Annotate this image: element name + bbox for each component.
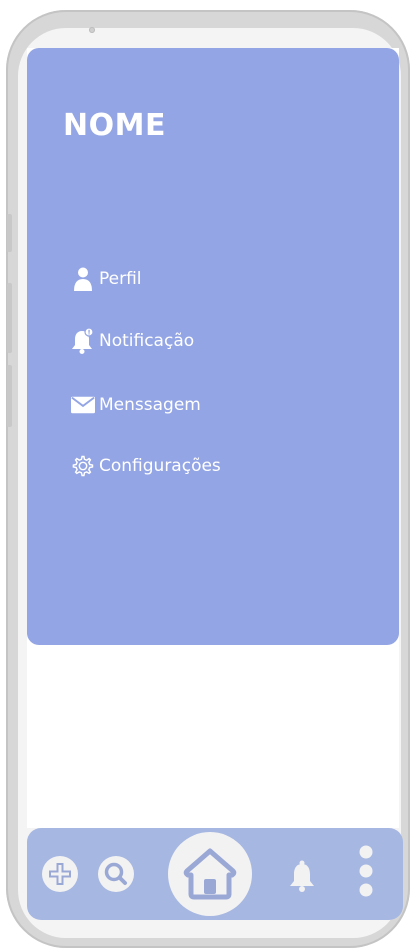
navigation-drawer: NOME Perfil Notificação Menssagem Config… — [27, 48, 399, 645]
more-vertical-icon[interactable] — [356, 844, 376, 904]
bell-icon — [71, 327, 95, 354]
menu-item-configuracoes[interactable]: Configurações — [71, 449, 221, 483]
screen: NOME Perfil Notificação Menssagem Config… — [27, 48, 399, 828]
search-icon[interactable] — [97, 855, 135, 893]
menu-item-label: Notificação — [99, 331, 195, 351]
side-button — [7, 214, 12, 252]
side-button — [7, 283, 12, 353]
user-name-title: NOME — [63, 108, 166, 143]
menu-item-label: Menssagem — [99, 395, 201, 415]
menu-item-label: Perfil — [99, 269, 142, 289]
add-icon[interactable] — [41, 855, 79, 893]
home-icon[interactable] — [167, 831, 253, 917]
camera-dot — [89, 27, 95, 33]
bell-icon[interactable] — [286, 856, 318, 894]
menu-item-perfil[interactable]: Perfil — [71, 262, 142, 296]
gear-icon — [71, 454, 95, 478]
menu-item-notificacao[interactable]: Notificação — [71, 324, 194, 358]
bottom-navigation-bar — [27, 828, 403, 920]
menu-item-label: Configurações — [99, 456, 221, 476]
envelope-icon — [71, 393, 95, 417]
person-icon — [71, 267, 95, 291]
side-button — [7, 365, 12, 427]
menu-item-mensagem[interactable]: Menssagem — [71, 388, 201, 422]
